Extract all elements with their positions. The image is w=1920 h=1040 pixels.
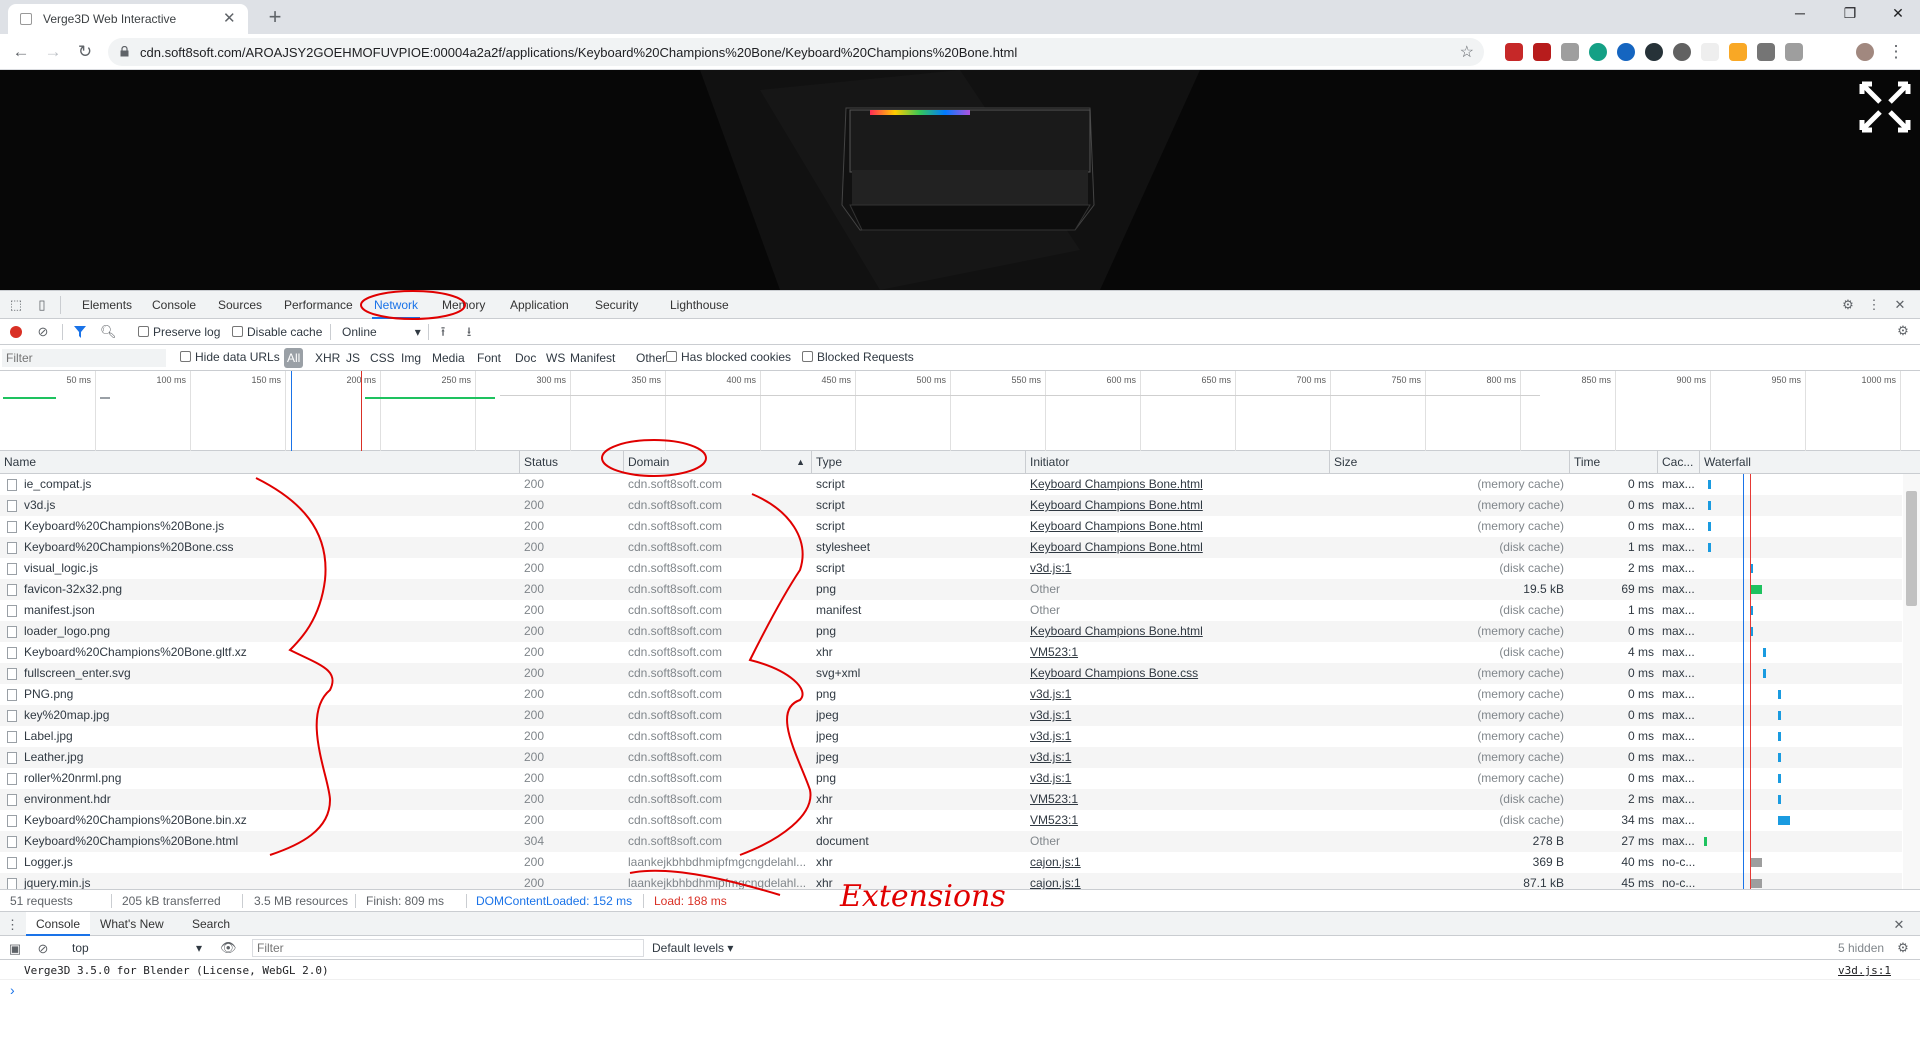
annotation-strokes: [255, 290, 812, 896]
annotation-label: Extensions: [839, 879, 1006, 914]
annotation-overlay: Extensions: [255, 290, 1006, 914]
